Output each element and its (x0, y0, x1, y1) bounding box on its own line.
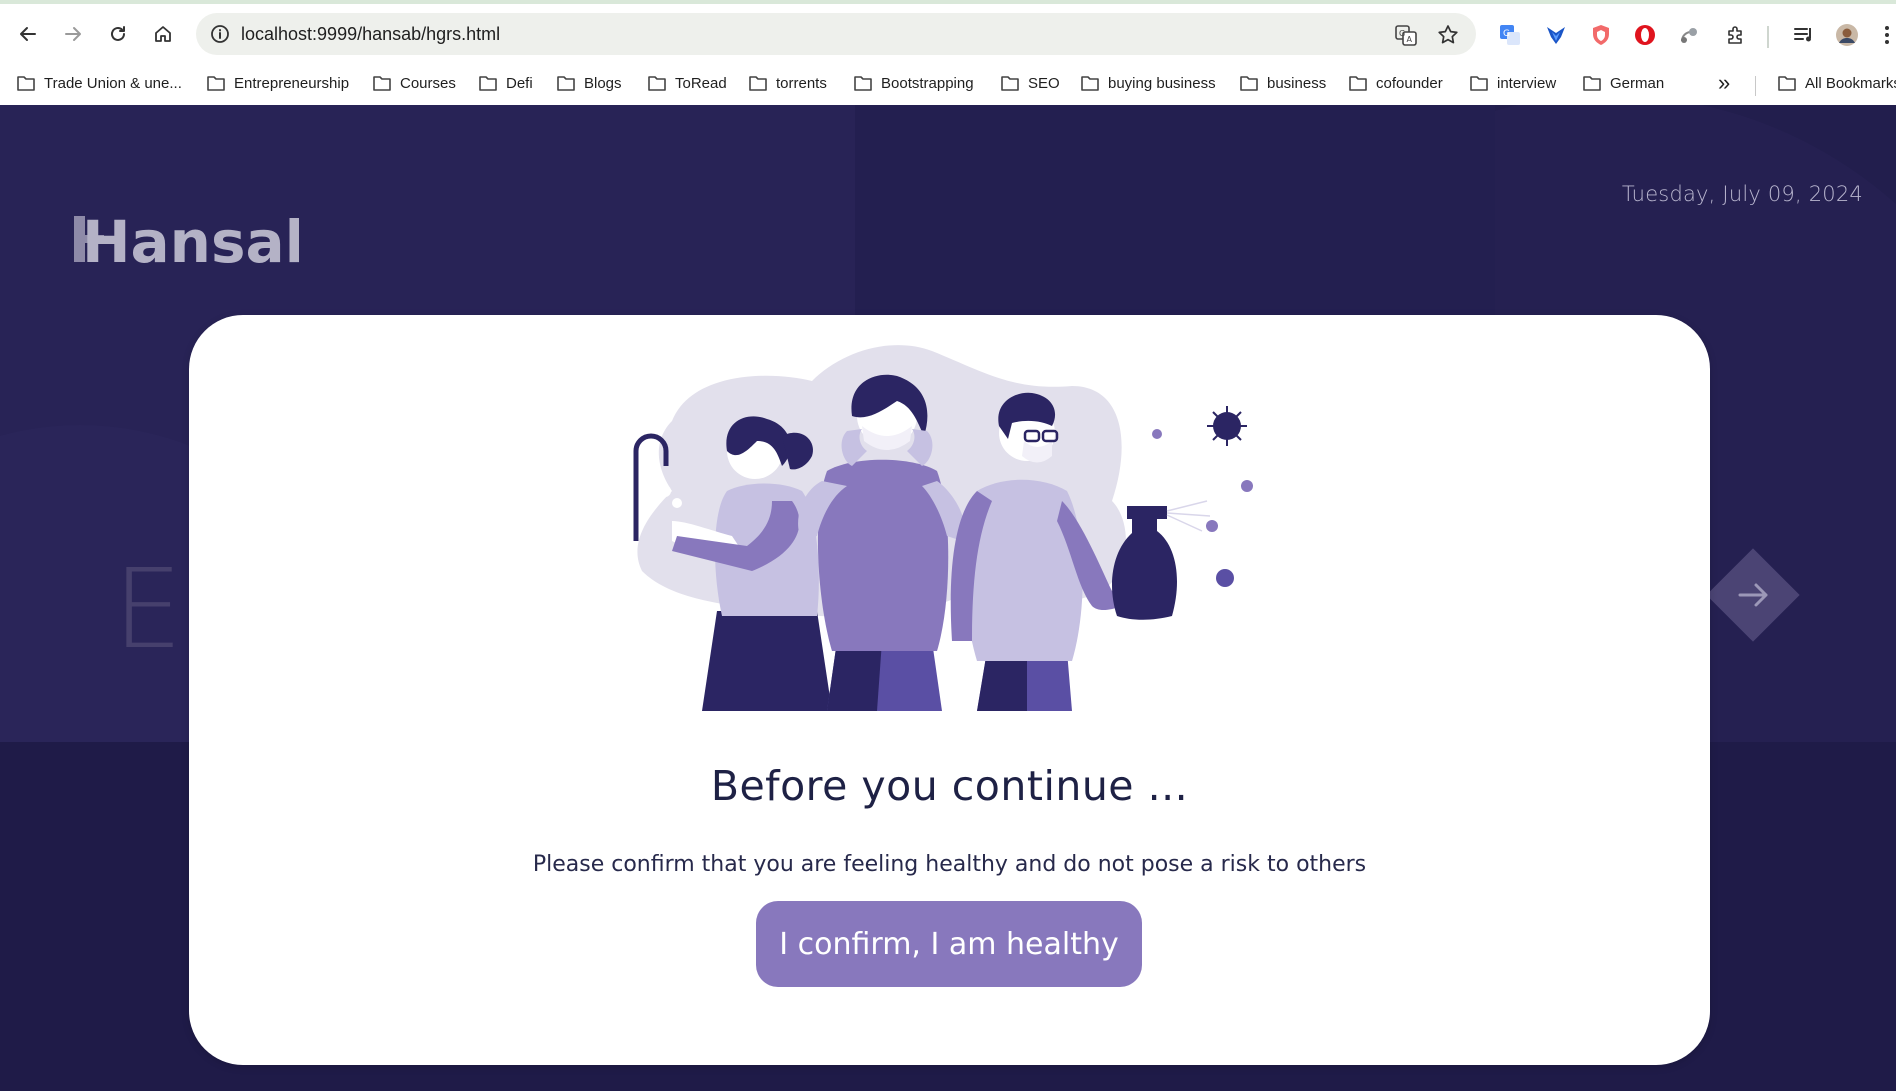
svg-text:G: G (1503, 29, 1510, 39)
bookmark-label: ToRead (675, 74, 727, 92)
satellite-extension-icon[interactable] (1677, 22, 1703, 48)
bookmark-label: buying business (1108, 74, 1216, 92)
back-arrow-icon (20, 27, 36, 41)
bookmark-folder[interactable]: Bootstrapping (853, 71, 974, 95)
bookmarks-overflow-button[interactable]: » (1718, 70, 1731, 95)
opera-extension-icon[interactable] (1632, 22, 1658, 48)
all-bookmarks-folder[interactable]: All Bookmarks (1777, 71, 1896, 95)
back-button[interactable] (11, 17, 45, 51)
folder-icon (1240, 76, 1258, 91)
browser-chrome: localhost:9999/hansab/hgrs.html GA G Tra… (0, 0, 1896, 105)
next-slide-button[interactable] (1698, 540, 1808, 650)
bookmark-folder[interactable]: Trade Union & une... (16, 71, 182, 95)
url-text[interactable]: localhost:9999/hansab/hgrs.html (241, 24, 500, 45)
folder-icon (479, 76, 497, 91)
bookmarks-separator (1755, 76, 1756, 96)
bookmark-folder[interactable]: buying business (1080, 71, 1216, 95)
bookmark-folder[interactable]: Defi (478, 71, 533, 95)
bookmark-folder[interactable]: Courses (372, 71, 456, 95)
health-confirmation-modal: Before you continue ... Please confirm t… (189, 315, 1710, 1065)
modal-message: Please confirm that you are feeling heal… (532, 852, 1367, 877)
slide-heading-letter: E (113, 545, 183, 673)
logo-wordmark: Hansab (82, 210, 299, 270)
bookmark-folder[interactable]: Blogs (556, 71, 622, 95)
folder-icon (1349, 76, 1367, 91)
bookmark-folder[interactable]: cofounder (1348, 71, 1443, 95)
svg-text:G: G (1399, 29, 1405, 38)
folder-icon (1001, 76, 1019, 91)
folder-icon (1778, 76, 1796, 91)
bookmark-folder[interactable]: torrents (748, 71, 827, 95)
bookmark-folder[interactable]: Entrepreneurship (206, 71, 349, 95)
bookmark-label: business (1267, 74, 1327, 92)
bookmark-label: German (1610, 74, 1665, 92)
reload-icon (111, 26, 125, 41)
home-button[interactable] (146, 17, 180, 51)
bookmark-label: torrents (776, 74, 827, 92)
extensions-puzzle-icon[interactable] (1723, 22, 1749, 48)
forward-arrow-icon (65, 27, 81, 41)
folder-icon (373, 76, 391, 91)
hygiene-illustration (632, 341, 1272, 721)
confirm-healthy-button[interactable]: I confirm, I am healthy (756, 901, 1142, 987)
browser-toolbar: localhost:9999/hansab/hgrs.html GA G (0, 4, 1896, 62)
bookmark-label: Courses (400, 74, 456, 92)
bookmark-star-icon[interactable] (1436, 23, 1460, 47)
folder-icon (648, 76, 666, 91)
bookmark-folder[interactable]: SEO (1000, 71, 1060, 95)
bookmark-folder[interactable]: German (1582, 71, 1664, 95)
svg-text:A: A (1407, 35, 1413, 44)
bookmark-label: Trade Union & une... (44, 74, 182, 92)
metamask-like-extension-icon[interactable] (1543, 22, 1569, 48)
chevron-double-right-icon: » (1718, 70, 1731, 95)
bookmark-folder[interactable]: interview (1469, 71, 1556, 95)
folder-icon (1470, 76, 1488, 91)
folder-icon (749, 76, 767, 91)
bookmarks-bar: Trade Union & une... Entrepreneurship Co… (0, 62, 1896, 105)
hansab-logo[interactable]: Hansab (74, 208, 326, 276)
folder-icon (557, 76, 575, 91)
bookmark-folder[interactable]: ToRead (647, 71, 727, 95)
bookmark-label: Entrepreneurship (234, 74, 350, 92)
page-viewport: Tuesday, July 09, 2024 Hansab E (0, 105, 1896, 1091)
site-info-icon[interactable] (210, 24, 230, 44)
home-icon (155, 26, 171, 42)
current-date: Tuesday, July 09, 2024 (1621, 182, 1863, 206)
folder-icon (1081, 76, 1099, 91)
folder-icon (854, 76, 872, 91)
translate-icon[interactable]: GA (1394, 23, 1418, 47)
media-queue-icon[interactable] (1791, 22, 1817, 48)
profile-avatar[interactable] (1834, 22, 1860, 48)
address-bar[interactable]: localhost:9999/hansab/hgrs.html GA (196, 13, 1476, 55)
toolbar-separator (1767, 26, 1769, 48)
bookmark-label: All Bookmarks (1805, 74, 1896, 92)
bookmark-label: SEO (1028, 74, 1060, 92)
folder-icon (207, 76, 225, 91)
folder-icon (1583, 76, 1601, 91)
shield-extension-icon[interactable] (1588, 22, 1614, 48)
reload-button[interactable] (101, 17, 135, 51)
google-translate-extension-icon[interactable]: G (1497, 22, 1523, 48)
forward-button[interactable] (56, 17, 90, 51)
bookmark-label: Defi (506, 74, 533, 92)
bookmark-label: Bootstrapping (881, 74, 974, 92)
bookmark-label: cofounder (1376, 74, 1443, 92)
folder-icon (17, 76, 35, 91)
browser-menu-icon[interactable] (1880, 22, 1894, 48)
modal-title: Before you continue ... (710, 762, 1189, 810)
bookmark-label: Blogs (584, 74, 622, 92)
bookmark-label: interview (1497, 74, 1557, 92)
bookmark-folder[interactable]: business (1239, 71, 1326, 95)
